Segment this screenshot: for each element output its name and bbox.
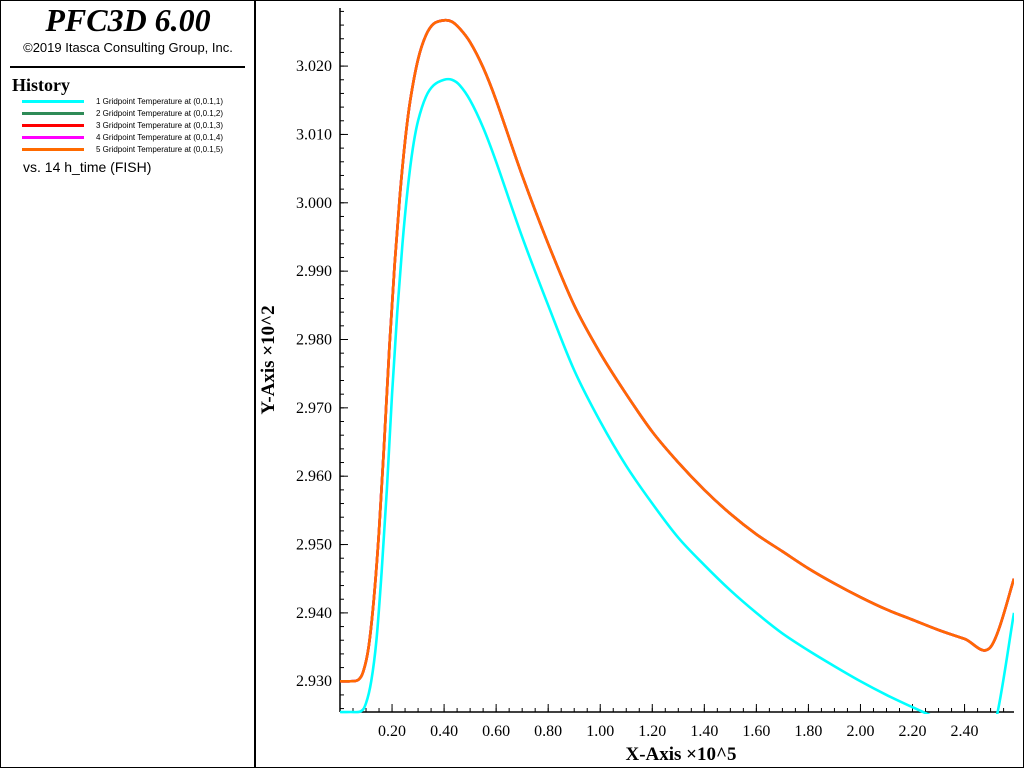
x-tick-label: 1.40 xyxy=(690,723,718,740)
x-axis-title: X-Axis ×10^5 xyxy=(625,744,736,765)
legend-label-4: 4 Gridpoint Temperature at (0,0.1,4) xyxy=(96,133,224,142)
legend-item-2: 2 Gridpoint Temperature at (0,0.1,2) xyxy=(22,108,252,120)
legend-swatch-5 xyxy=(22,148,84,151)
legend-heading: History xyxy=(12,75,70,95)
x-tick-label: 2.00 xyxy=(846,723,874,740)
legend-label-5: 5 Gridpoint Temperature at (0,0.1,5) xyxy=(96,145,224,154)
x-tick-label: 0.20 xyxy=(378,723,406,740)
legend-label-2: 2 Gridpoint Temperature at (0,0.1,2) xyxy=(96,109,224,118)
x-tick-label: 0.60 xyxy=(482,723,510,740)
legend-swatch-1 xyxy=(22,100,84,103)
legend-list: 1 Gridpoint Temperature at (0,0.1,1) 2 G… xyxy=(22,96,252,156)
legend-vs-label: vs. 14 h_time (FISH) xyxy=(23,159,152,175)
copyright-text: ©2019 Itasca Consulting Group, Inc. xyxy=(23,40,233,55)
y-tick-label: 2.960 xyxy=(296,468,332,485)
legend-divider xyxy=(10,66,245,68)
y-tick-label: 2.970 xyxy=(296,400,332,417)
series-line-3 xyxy=(340,18,1014,683)
x-tick-label: 1.80 xyxy=(794,723,822,740)
legend-swatch-3 xyxy=(22,124,84,127)
legend-swatch-4 xyxy=(22,136,84,139)
y-tick-label: 3.000 xyxy=(296,195,332,212)
chart-plot: 2.930 2.940 2.950 2.960 2.970 2.980 2.990 3.000… xyxy=(258,8,1014,765)
y-axis-title: Y-Axis ×10^2 xyxy=(258,305,279,414)
series-line-1 xyxy=(340,77,1014,714)
x-tick-label: 1.00 xyxy=(586,723,614,740)
series-line-5 xyxy=(340,18,1014,683)
series-line-2 xyxy=(340,18,1014,683)
x-tick-label: 0.40 xyxy=(430,723,458,740)
y-tick-label: 3.020 xyxy=(296,58,332,75)
y-tick-label: 2.940 xyxy=(296,605,332,622)
series-line-4 xyxy=(340,18,1014,683)
app-title: PFC3D 6.00 xyxy=(45,2,211,38)
legend-label-1: 1 Gridpoint Temperature at (0,0.1,1) xyxy=(96,97,224,106)
legend-item-3: 3 Gridpoint Temperature at (0,0.1,3) xyxy=(22,120,252,132)
x-tick-label: 1.20 xyxy=(638,723,666,740)
x-tick-label: 1.60 xyxy=(742,723,770,740)
x-tick-label: 2.20 xyxy=(899,723,927,740)
legend-item-4: 4 Gridpoint Temperature at (0,0.1,4) xyxy=(22,132,252,144)
legend-panel: PFC3D 6.00 ©2019 Itasca Consulting Group… xyxy=(0,0,256,767)
y-tick-label: 2.930 xyxy=(296,673,332,690)
x-tick-label: 2.40 xyxy=(951,723,979,740)
legend-label-3: 3 Gridpoint Temperature at (0,0.1,3) xyxy=(96,121,224,130)
legend-item-5: 5 Gridpoint Temperature at (0,0.1,5) xyxy=(22,144,252,156)
y-tick-label: 3.010 xyxy=(296,126,332,143)
y-tick-label: 2.950 xyxy=(296,537,332,554)
y-tick-label: 2.990 xyxy=(296,263,332,280)
x-tick-label: 0.80 xyxy=(534,723,562,740)
legend-item-1: 1 Gridpoint Temperature at (0,0.1,1) xyxy=(22,96,252,108)
y-tick-label: 2.980 xyxy=(296,331,332,348)
legend-swatch-2 xyxy=(22,112,84,115)
